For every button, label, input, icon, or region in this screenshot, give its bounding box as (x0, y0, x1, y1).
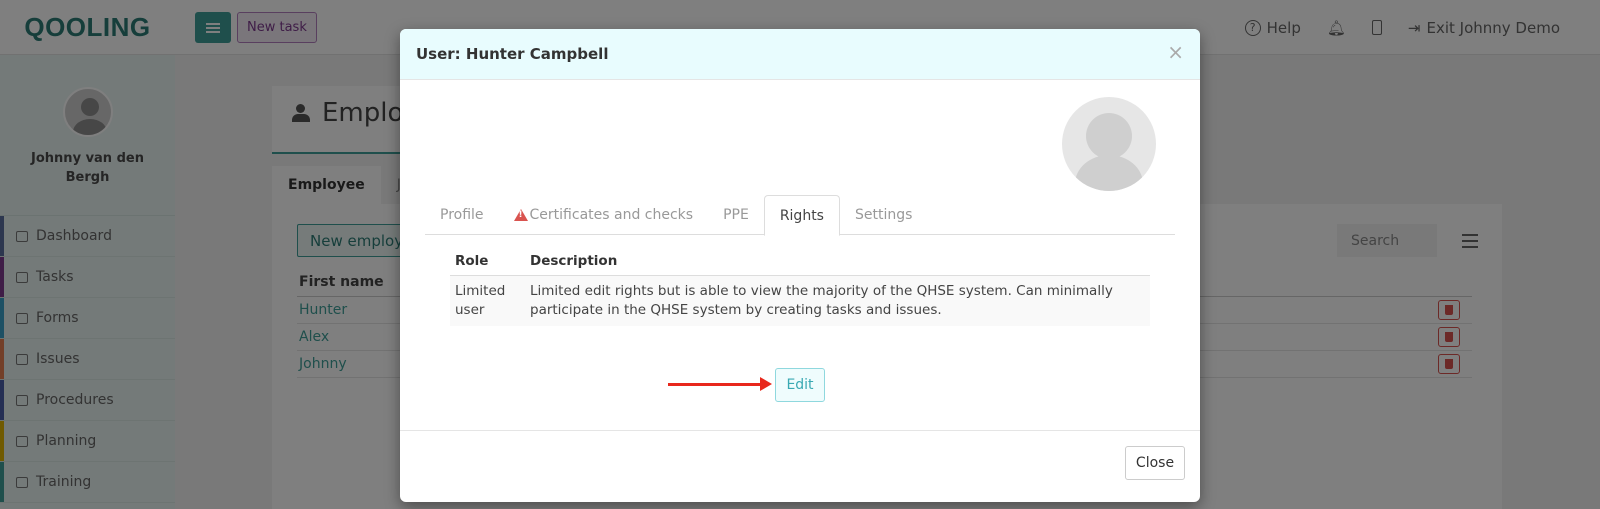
modal-tabs: Profile Certificates and checks PPE Righ… (425, 195, 1175, 236)
table-row: Limited user Limited edit rights but is … (450, 275, 1150, 326)
edit-button[interactable]: Edit (775, 368, 825, 402)
column-header-role: Role (450, 247, 525, 276)
modal-title: User: Hunter Campbell (416, 45, 609, 63)
tab-rights[interactable]: Rights (763, 195, 840, 236)
tab-ppe[interactable]: PPE (708, 195, 764, 235)
role-cell: Limited user (450, 275, 525, 326)
column-header-description: Description (525, 247, 1150, 276)
warning-icon (513, 209, 528, 221)
close-button[interactable]: Close (1125, 446, 1185, 480)
rights-table: Role Description Limited user Limited ed… (450, 247, 1150, 326)
tab-profile[interactable]: Profile (425, 195, 499, 235)
tab-certificates-label: Certificates and checks (529, 207, 694, 223)
modal-header: User: Hunter Campbell × (400, 29, 1200, 80)
modal-footer: Close (400, 430, 1200, 502)
description-cell: Limited edit rights but is able to view … (525, 275, 1150, 326)
close-icon[interactable]: × (1167, 42, 1184, 62)
user-modal: User: Hunter Campbell × Profile Certific… (400, 29, 1200, 502)
tab-settings[interactable]: Settings (840, 195, 927, 235)
user-avatar (1062, 97, 1156, 191)
tab-certificates[interactable]: Certificates and checks (499, 195, 709, 235)
annotation-arrow (668, 377, 772, 391)
